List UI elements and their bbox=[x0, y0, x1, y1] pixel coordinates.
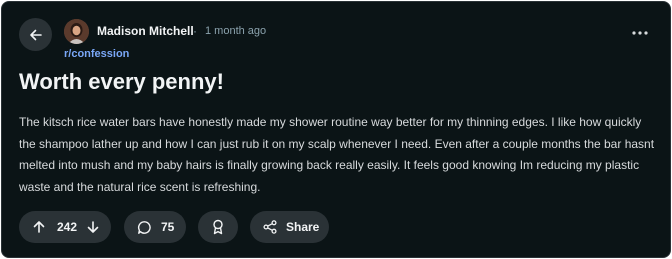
award-icon bbox=[213, 219, 223, 235]
comment-count: 75 bbox=[161, 220, 175, 234]
arrow-down-icon bbox=[87, 221, 99, 233]
separator-dot: · bbox=[193, 24, 197, 38]
arrow-up-icon bbox=[33, 221, 45, 233]
comment-bubble-icon bbox=[137, 220, 152, 235]
share-button[interactable]: Share bbox=[250, 211, 329, 243]
post-body: The kitsch rice water bars have honestly… bbox=[19, 115, 655, 194]
arrow-left-icon bbox=[29, 29, 42, 40]
post-timestamp: 1 month ago bbox=[205, 25, 267, 37]
upvote-button[interactable] bbox=[32, 220, 46, 234]
more-options-button[interactable] bbox=[628, 22, 652, 44]
award-button[interactable] bbox=[198, 211, 238, 243]
share-icon bbox=[263, 220, 277, 234]
comment-button[interactable]: 75 bbox=[124, 211, 186, 243]
downvote-button[interactable] bbox=[86, 220, 100, 234]
post-card: Madison Mitchell · 1 month ago r/confess… bbox=[1, 1, 671, 258]
post-title: Worth every penny! bbox=[19, 69, 224, 94]
back-button[interactable] bbox=[19, 18, 52, 51]
vote-bar: 242 bbox=[19, 211, 111, 243]
avatar-image bbox=[64, 19, 89, 44]
author-name[interactable]: Madison Mitchell bbox=[97, 24, 194, 38]
vote-count: 242 bbox=[57, 220, 78, 234]
more-horizontal-icon bbox=[632, 31, 648, 35]
avatar[interactable] bbox=[64, 19, 89, 44]
subreddit-link[interactable]: r/confession bbox=[64, 48, 129, 60]
share-label: Share bbox=[286, 220, 320, 234]
